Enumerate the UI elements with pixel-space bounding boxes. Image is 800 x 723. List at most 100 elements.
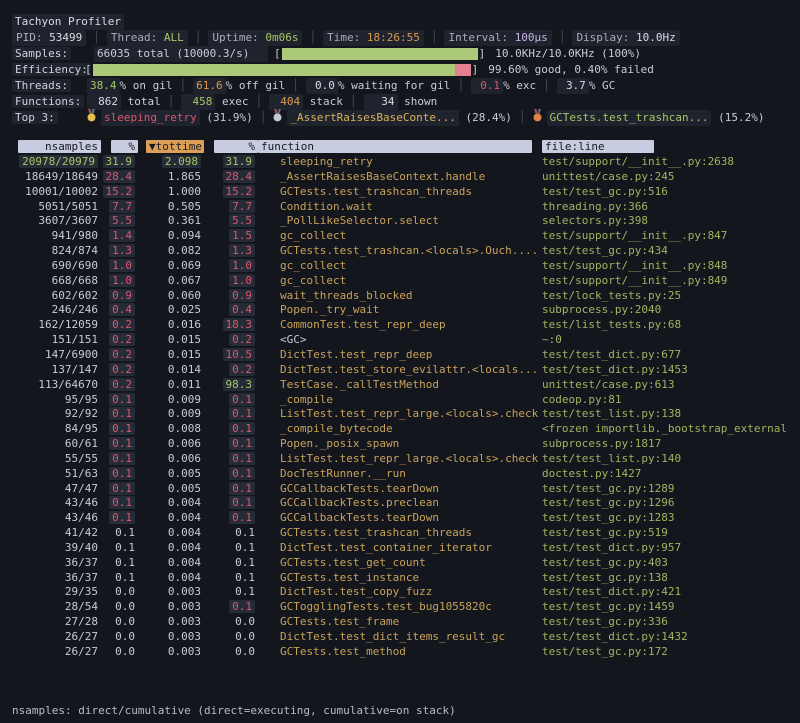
status-line: PID: 53499│Thread: ALL│Uptime: 0m06s│Tim… bbox=[0, 30, 800, 46]
cell-tottime: 0.505 bbox=[138, 200, 204, 215]
cell-tottime-pct: 1.3 bbox=[204, 244, 258, 259]
cell-tottime: 2.098 bbox=[138, 155, 204, 170]
column-header-tottime[interactable]: ▼tottime bbox=[138, 140, 204, 153]
table-row[interactable]: 26/270.00.0030.0DictTest.test_dict_items… bbox=[0, 630, 800, 645]
cell-tottime: 1.865 bbox=[138, 170, 204, 185]
table-row[interactable]: 162/120590.20.01618.3CommonTest.test_rep… bbox=[0, 318, 800, 333]
table-row[interactable]: 151/1510.20.0150.2<GC>~:0 bbox=[0, 333, 800, 348]
cell-function: Condition.wait bbox=[258, 200, 542, 215]
cell-file-line: test/test_list.py:138 bbox=[542, 407, 800, 422]
threads-label: Threads: bbox=[12, 79, 71, 92]
table-row[interactable]: 47/470.10.0050.1GCCallbackTests.tearDown… bbox=[0, 482, 800, 497]
cell-tottime: 0.004 bbox=[138, 496, 204, 511]
cell-tottime-pct: 0.1 bbox=[204, 496, 258, 511]
column-header-[interactable]: % bbox=[204, 140, 258, 153]
cell-tottime-pct: 0.1 bbox=[204, 511, 258, 526]
table-row[interactable]: 246/2460.40.0250.4Popen._try_waitsubproc… bbox=[0, 303, 800, 318]
efficiency-bar-failed bbox=[455, 64, 471, 76]
efficiency-bar bbox=[93, 64, 471, 76]
table-row[interactable]: 824/8741.30.0821.3GCTests.test_trashcan.… bbox=[0, 244, 800, 259]
cell-function: GCTests.test_trashcan_threads bbox=[258, 526, 542, 541]
silver-medal-icon bbox=[273, 109, 282, 127]
table-row[interactable]: 28/540.00.0030.1GCTogglingTests.test_bug… bbox=[0, 600, 800, 615]
table-row[interactable]: 95/950.10.0090.1_compilecodeop.py:81 bbox=[0, 393, 800, 408]
status-thread: Thread: ALL bbox=[107, 30, 188, 46]
cell-file-line: codeop.py:81 bbox=[542, 393, 800, 408]
cell-sample-pct: 0.0 bbox=[101, 585, 138, 600]
cell-tottime: 0.011 bbox=[138, 378, 204, 393]
table-row[interactable]: 55/550.10.0060.1ListTest.test_repr_large… bbox=[0, 452, 800, 467]
profiler-screen: Tachyon Profiler PID: 53499│Thread: ALL│… bbox=[0, 0, 800, 723]
table-row[interactable]: 20978/2097931.92.09831.9sleeping_retryte… bbox=[0, 155, 800, 170]
table-row[interactable]: 690/6901.00.0691.0gc_collecttest/support… bbox=[0, 259, 800, 274]
table-row[interactable]: 27/280.00.0030.0GCTests.test_frametest/t… bbox=[0, 615, 800, 630]
cell-sample-pct: 0.1 bbox=[101, 496, 138, 511]
separator-bar: │ bbox=[457, 78, 464, 94]
table-row[interactable]: 26/270.00.0030.0GCTests.test_methodtest/… bbox=[0, 645, 800, 660]
column-header-function[interactable]: function bbox=[258, 140, 542, 153]
table-row[interactable]: 60/610.10.0060.1Popen._posix_spawnsubpro… bbox=[0, 437, 800, 452]
gold-medal-icon bbox=[87, 109, 96, 127]
cell-nsamples: 151/151 bbox=[12, 333, 101, 348]
cell-function: sleeping_retry bbox=[258, 155, 542, 170]
threads-line: Threads:38.4% on gil│61.6% off gil│0.0% … bbox=[0, 78, 800, 94]
table-row[interactable]: 36/370.10.0040.1GCTests.test_instancetes… bbox=[0, 571, 800, 586]
table-row[interactable]: 147/69000.20.01510.5DictTest.test_repr_d… bbox=[0, 348, 800, 363]
table-row[interactable]: 5051/50517.70.5057.7Condition.waitthread… bbox=[0, 200, 800, 215]
table-row[interactable]: 84/950.10.0080.1_compile_bytecode<frozen… bbox=[0, 422, 800, 437]
cell-file-line: ~:0 bbox=[542, 333, 800, 348]
cell-tottime: 0.094 bbox=[138, 229, 204, 244]
cell-nsamples: 690/690 bbox=[12, 259, 101, 274]
title-line: Tachyon Profiler bbox=[0, 14, 800, 30]
table-row[interactable]: 668/6681.00.0671.0gc_collecttest/support… bbox=[0, 274, 800, 289]
cell-function: ListTest.test_repr_large.<locals>.check bbox=[258, 407, 542, 422]
table-row[interactable]: 137/1470.20.0140.2DictTest.test_store_ev… bbox=[0, 363, 800, 378]
table-row[interactable]: 29/350.00.0030.1DictTest.test_copy_fuzzt… bbox=[0, 585, 800, 600]
table-row[interactable]: 92/920.10.0090.1ListTest.test_repr_large… bbox=[0, 407, 800, 422]
cell-nsamples: 43/46 bbox=[12, 496, 101, 511]
cell-file-line: test/test_gc.py:172 bbox=[542, 645, 800, 660]
table-row[interactable]: 602/6020.90.0600.9wait_threads_blockedte… bbox=[0, 289, 800, 304]
table-row[interactable]: 10001/1000215.21.00015.2GCTests.test_tra… bbox=[0, 185, 800, 200]
table-row[interactable]: 43/460.10.0040.1GCCallbackTests.preclean… bbox=[0, 496, 800, 511]
table-row[interactable]: 941/9801.40.0941.5gc_collecttest/support… bbox=[0, 229, 800, 244]
cell-function: Popen._try_wait bbox=[258, 303, 542, 318]
cell-tottime-pct: 0.0 bbox=[204, 645, 258, 660]
cell-tottime-pct: 0.2 bbox=[204, 363, 258, 378]
column-header-nsamples[interactable]: nsamples bbox=[12, 140, 101, 153]
cell-file-line: test/test_dict.py:1432 bbox=[542, 630, 800, 645]
functions-suffix: exec bbox=[215, 94, 248, 110]
status-interval: Interval: 100µs bbox=[444, 30, 551, 46]
status-pid-label: PID: bbox=[16, 31, 49, 44]
cell-sample-pct: 0.2 bbox=[101, 318, 138, 333]
cell-nsamples: 26/27 bbox=[12, 630, 101, 645]
cell-tottime-pct: 0.1 bbox=[204, 541, 258, 556]
profile-table: nsamples%▼tottime%functionfile:line 2097… bbox=[0, 139, 800, 660]
cell-file-line: test/support/__init__.py:2638 bbox=[542, 155, 800, 170]
table-row[interactable]: 43/460.10.0040.1GCCallbackTests.tearDown… bbox=[0, 511, 800, 526]
samples-bar-open: [ bbox=[274, 46, 281, 62]
cell-sample-pct: 0.0 bbox=[101, 600, 138, 615]
table-row[interactable]: 18649/1864928.41.86528.4_AssertRaisesBas… bbox=[0, 170, 800, 185]
table-row[interactable]: 3607/36075.50.3615.5_PollLikeSelector.se… bbox=[0, 214, 800, 229]
separator-bar: │ bbox=[260, 110, 267, 126]
cell-file-line: unittest/case.py:245 bbox=[542, 170, 800, 185]
cell-nsamples: 27/28 bbox=[12, 615, 101, 630]
cell-nsamples: 29/35 bbox=[12, 585, 101, 600]
table-row[interactable]: 41/420.10.0040.1GCTests.test_trashcan_th… bbox=[0, 526, 800, 541]
top3-function-name: GCTests.test_trashcan... bbox=[547, 110, 712, 126]
cell-sample-pct: 0.1 bbox=[101, 452, 138, 467]
table-row[interactable]: 39/400.10.0040.1DictTest.test_container_… bbox=[0, 541, 800, 556]
cell-function: _AssertRaisesBaseContext.handle bbox=[258, 170, 542, 185]
cell-tottime-pct: 10.5 bbox=[204, 348, 258, 363]
column-header-fileline[interactable]: file:line bbox=[542, 140, 800, 153]
table-row[interactable]: 36/370.10.0040.1GCTests.test_get_countte… bbox=[0, 556, 800, 571]
cell-function: DocTestRunner.__run bbox=[258, 467, 542, 482]
table-row[interactable]: 113/646700.20.01198.3TestCase._callTestM… bbox=[0, 378, 800, 393]
table-row[interactable]: 51/630.10.0050.1DocTestRunner.__rundocte… bbox=[0, 467, 800, 482]
help-footer: nsamples: direct/cumulative (direct=exec… bbox=[12, 673, 456, 723]
cell-file-line: doctest.py:1427 bbox=[542, 467, 800, 482]
column-header-[interactable]: % bbox=[101, 140, 138, 153]
cell-function: GCTests.test_trashcan_threads bbox=[258, 185, 542, 200]
cell-file-line: subprocess.py:2040 bbox=[542, 303, 800, 318]
